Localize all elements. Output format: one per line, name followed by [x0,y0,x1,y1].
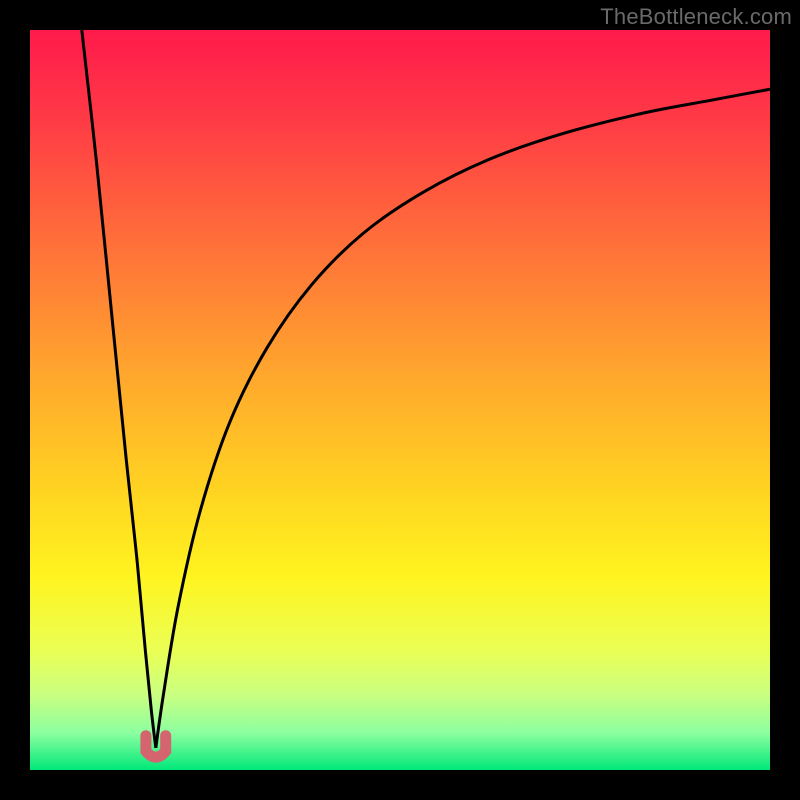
plot-area [30,30,770,770]
watermark-text: TheBottleneck.com [600,4,792,30]
curve-layer [30,30,770,770]
curve-right-branch [156,89,770,748]
outer-frame: TheBottleneck.com [0,0,800,800]
curve-left-branch [82,30,156,748]
